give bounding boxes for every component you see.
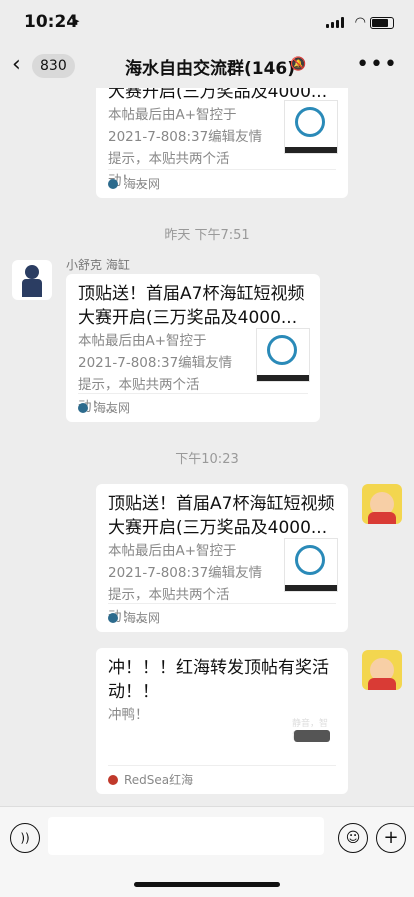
link-card-3[interactable]: 顶贴送！首届A7杯海缸短视频大赛开启(三万奖品及4000... 本帖最后由A+智… bbox=[96, 484, 348, 632]
bell-slash-icon: 🔕 bbox=[290, 57, 307, 72]
card-thumbnail bbox=[284, 100, 338, 154]
card-source: 海友网 bbox=[78, 393, 308, 422]
source-label: 海友网 bbox=[94, 401, 131, 415]
location-arrow-icon: ➤ bbox=[70, 14, 81, 28]
link-card-2[interactable]: 顶贴送！首届A7杯海缸短视频大赛开启(三万奖品及4000... 本帖最后由A+智… bbox=[66, 274, 320, 422]
message-list[interactable]: 大赛开启(三万奖品及4000... 本帖最后由A+智控于2021-7-808:3… bbox=[0, 88, 414, 806]
home-indicator bbox=[134, 882, 280, 887]
card-title: 顶贴送！首届A7杯海缸短视频大赛开启(三万奖品及4000... bbox=[78, 284, 305, 328]
card-title: 冲！！！红海转发顶帖有奖活动！！ bbox=[108, 658, 329, 702]
chat-title: 海水自由交流群(146) bbox=[124, 59, 296, 79]
source-label: RedSea红海 bbox=[124, 773, 194, 787]
source-logo-icon bbox=[108, 613, 118, 623]
battery-icon bbox=[370, 17, 394, 29]
source-logo-icon bbox=[78, 403, 88, 413]
more-ellipsis-icon[interactable]: ••• bbox=[356, 52, 398, 77]
source-label: 海友网 bbox=[124, 177, 161, 191]
avatar[interactable] bbox=[362, 484, 402, 524]
chat-header: ‹ 830 海水自由交流群(146) 🔕 ••• bbox=[0, 44, 414, 88]
sender-name: 小舒克 海缸 bbox=[66, 258, 130, 272]
card-thumbnail: 静音，智能，强劲 bbox=[286, 708, 338, 760]
avatar[interactable] bbox=[362, 650, 402, 690]
link-card-1[interactable]: 大赛开启(三万奖品及4000... 本帖最后由A+智控于2021-7-808:3… bbox=[96, 88, 348, 198]
card-desc: 冲鸭！ bbox=[108, 707, 149, 723]
wifi-icon: ◠ bbox=[354, 15, 366, 30]
timestamp: 下午10:23 bbox=[175, 452, 239, 467]
status-bar: 10:24 ➤ ◠ bbox=[0, 0, 414, 44]
card-source: 海友网 bbox=[108, 603, 336, 632]
avatar[interactable] bbox=[12, 260, 52, 300]
source-logo-icon bbox=[108, 179, 118, 189]
unread-count-badge[interactable]: 830 bbox=[32, 54, 75, 78]
cellular-signal-icon bbox=[326, 17, 344, 28]
link-card-4[interactable]: 冲！！！红海转发顶帖有奖活动！！ 冲鸭！ 静音，智能，强劲 RedSea红海 bbox=[96, 648, 348, 794]
redsea-logo-icon bbox=[108, 775, 118, 785]
card-thumbnail bbox=[284, 538, 338, 592]
voice-icon[interactable]: )) bbox=[10, 823, 40, 853]
card-source: 海友网 bbox=[108, 169, 336, 198]
source-label: 海友网 bbox=[124, 611, 161, 625]
message-input[interactable] bbox=[48, 817, 324, 855]
card-title: 顶贴送！首届A7杯海缸短视频大赛开启(三万奖品及4000... bbox=[108, 494, 335, 538]
plus-icon[interactable]: + bbox=[376, 823, 406, 853]
timestamp: 昨天 下午7:51 bbox=[164, 228, 250, 243]
emoji-icon[interactable]: ☺ bbox=[338, 823, 368, 853]
back-chevron-icon[interactable]: ‹ bbox=[12, 52, 21, 78]
card-source: RedSea红海 bbox=[108, 765, 336, 794]
card-thumbnail bbox=[256, 328, 310, 382]
